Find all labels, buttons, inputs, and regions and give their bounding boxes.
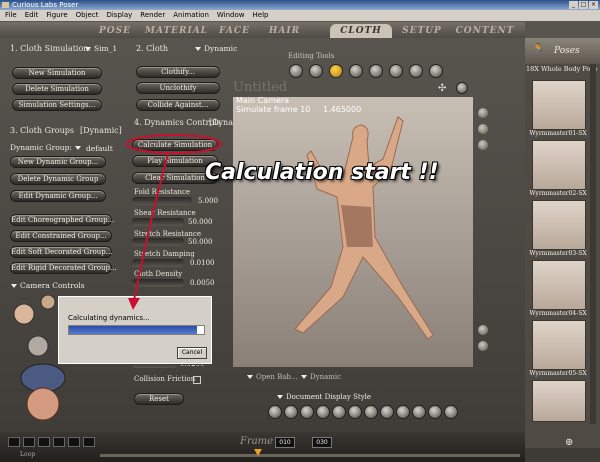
annotation-arrow xyxy=(133,153,169,301)
annotation-overlay xyxy=(126,134,222,310)
annotation-text: Calculation start !! xyxy=(205,160,439,185)
highlight-ellipse xyxy=(126,134,222,154)
poser-window: Curious Labs Poser _ □ × File Edit Figur… xyxy=(0,0,600,462)
annotation-arrowhead xyxy=(128,298,140,310)
